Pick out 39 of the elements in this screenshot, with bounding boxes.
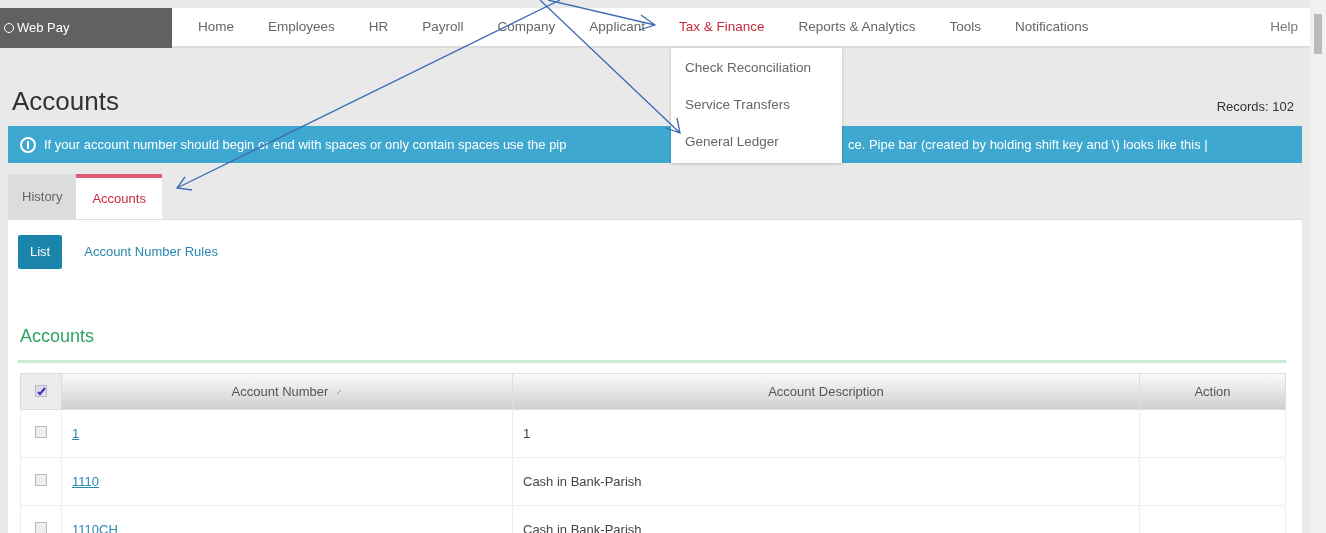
nav-link[interactable]: Home (198, 16, 234, 38)
table-cell: Cash in Bank-Parish (523, 473, 642, 489)
menu-item[interactable]: Service Transfers (685, 95, 842, 116)
scrollbar[interactable] (1310, 0, 1326, 533)
checkbox[interactable] (35, 385, 47, 398)
nav-link[interactable]: Payroll (422, 16, 464, 38)
nav-link[interactable]: Applicant (589, 16, 645, 38)
table-cell: 1 (523, 425, 531, 441)
nav-link[interactable]: Employees (268, 16, 335, 38)
account-link[interactable]: 1110 (72, 473, 99, 489)
help-link[interactable]: Help (1270, 16, 1298, 38)
nav-link[interactable]: HR (368, 16, 389, 38)
sort-icon (336, 389, 343, 396)
logo-text: Web Pay (17, 19, 70, 38)
banner-text: ce. Pipe bar (created by holding shift key and \) looks like this | (848, 135, 1208, 154)
account-link[interactable]: 1110CH (72, 521, 118, 533)
column-header[interactable]: Account Description (512, 373, 1140, 410)
section-title: Accounts (20, 325, 96, 348)
nav-link[interactable]: Tax & Finance (678, 16, 765, 38)
menu-item[interactable]: Check Reconciliation (685, 58, 842, 79)
nav-link[interactable]: Notifications (1015, 16, 1089, 38)
page-title: Accounts (12, 88, 119, 114)
column-header[interactable]: Account Number (61, 373, 513, 410)
tab[interactable]: History (8, 174, 77, 219)
logo[interactable]: Web Pay (0, 8, 172, 48)
tab[interactable]: Accounts (76, 174, 162, 219)
menu-item[interactable]: General Ledger (685, 132, 842, 153)
list-button[interactable]: List (18, 235, 63, 269)
nav-link[interactable]: Tools (949, 16, 982, 38)
checkbox[interactable] (35, 521, 47, 533)
info-icon (20, 136, 36, 153)
nav-link[interactable]: Reports & Analytics (798, 16, 916, 38)
records-count: Records: 102 (1216, 97, 1294, 116)
table-cell: Cash in Bank-Parish (523, 521, 642, 533)
checkbox[interactable] (35, 473, 47, 486)
column-header[interactable]: Action (1139, 373, 1286, 410)
rules-link[interactable]: Account Number Rules (84, 242, 218, 262)
checkbox[interactable] (35, 425, 47, 438)
account-link[interactable]: 1 (72, 425, 80, 441)
